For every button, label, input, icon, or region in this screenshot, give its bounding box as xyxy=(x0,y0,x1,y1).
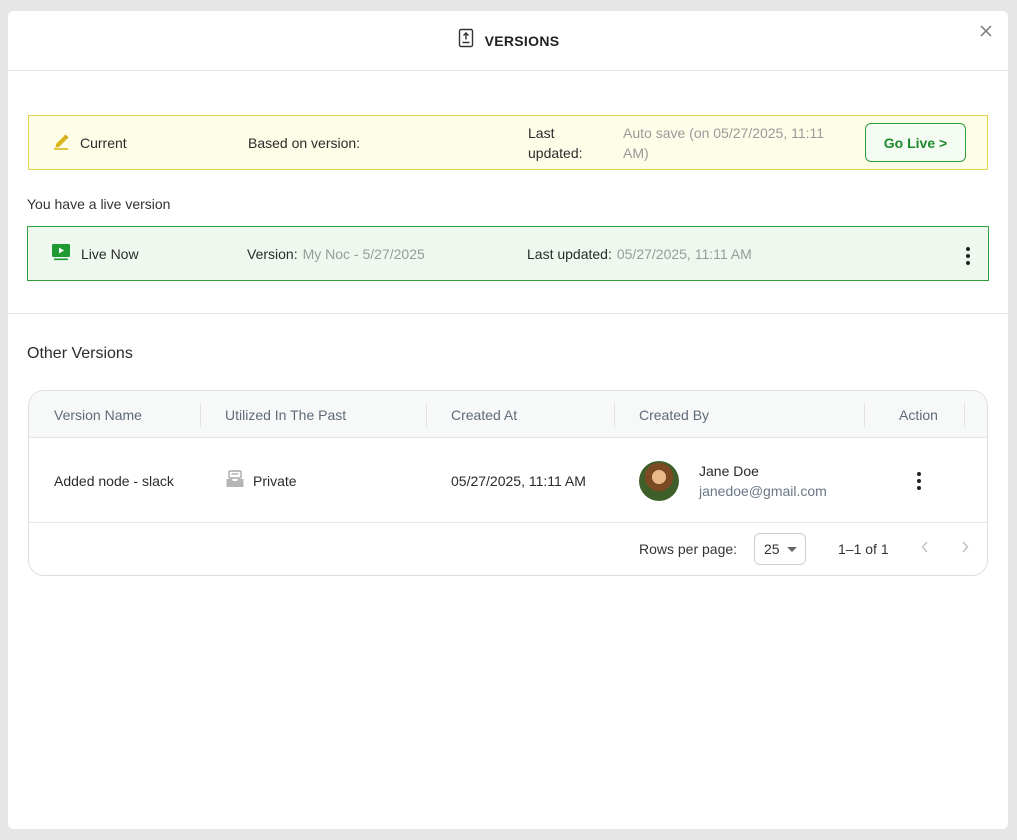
row-utilized-label: Private xyxy=(253,472,297,489)
column-header-utilized[interactable]: Utilized In The Past xyxy=(225,391,346,438)
table-pagination: Rows per page: 25 1–1 of 1 xyxy=(29,523,987,575)
rows-per-page-select[interactable]: 25 xyxy=(754,533,806,565)
live-version-card: Live Now Version: My Noc - 5/27/2025 Las… xyxy=(27,226,989,281)
avatar xyxy=(639,460,679,501)
kebab-menu-icon xyxy=(966,247,970,251)
go-live-button[interactable]: Go Live > xyxy=(865,123,966,162)
live-version-notice: You have a live version xyxy=(27,196,171,212)
current-last-updated-label: Last updated: xyxy=(528,123,583,163)
pencil-icon xyxy=(52,132,70,153)
previous-page-button[interactable] xyxy=(915,539,935,559)
row-created-at: 05/27/2025, 11:11 AM xyxy=(451,472,586,489)
live-version-value: My Noc - 5/27/2025 xyxy=(302,245,425,262)
other-versions-title: Other Versions xyxy=(27,345,133,362)
live-last-updated: Last updated: 05/27/2025, 11:11 AM xyxy=(527,227,752,280)
modal-title: VERSIONS xyxy=(484,32,560,49)
row-actions-menu-button[interactable] xyxy=(911,470,927,492)
kebab-menu-icon xyxy=(917,471,921,476)
live-version-info: Version: My Noc - 5/27/2025 xyxy=(247,227,425,280)
user-name: Jane Doe xyxy=(699,462,759,479)
column-separator xyxy=(426,403,427,427)
current-version-card: Current Based on version: Last updated: … xyxy=(28,115,988,170)
live-version-label: Version: xyxy=(247,245,298,262)
column-header-action: Action xyxy=(899,406,938,423)
user-info: Jane Doe janedoe@gmail.com xyxy=(699,463,827,499)
current-label-group: Current xyxy=(52,116,127,169)
close-icon xyxy=(979,24,993,43)
column-header-created-by[interactable]: Created By xyxy=(639,391,709,438)
last-updated-label-line2: updated: xyxy=(528,145,583,161)
based-on-version: Based on version: xyxy=(248,116,370,169)
last-updated-value-line2: AM) xyxy=(623,145,649,161)
modal-title-group: VERSIONS xyxy=(457,28,560,53)
live-label-group: Live Now xyxy=(51,227,139,280)
based-on-label: Based on version: xyxy=(248,134,361,151)
column-header-created-at[interactable]: Created At xyxy=(451,391,517,438)
page-range: 1–1 of 1 xyxy=(838,541,889,557)
current-last-updated-value: Auto save (on 05/27/2025, 11:11 AM) xyxy=(623,123,824,163)
chevron-left-icon xyxy=(920,540,930,559)
row-version-name: Added node - slack xyxy=(54,472,174,489)
chevron-right-icon xyxy=(960,540,970,559)
table-header: Version Name Utilized In The Past Create… xyxy=(29,391,987,438)
current-label: Current xyxy=(80,134,127,151)
user-email: janedoe@gmail.com xyxy=(699,482,827,499)
versions-modal: VERSIONS Current Based on version: Last … xyxy=(8,11,1008,829)
inbox-tray-icon xyxy=(225,469,245,492)
versions-table: Version Name Utilized In The Past Create… xyxy=(28,390,988,576)
live-actions-menu-button[interactable] xyxy=(960,245,976,267)
column-separator xyxy=(864,403,865,427)
live-last-updated-label: Last updated: xyxy=(527,245,612,262)
table-row[interactable]: Added node - slack Private 05/27/2025, 1… xyxy=(29,438,987,523)
last-updated-label-line1: Last xyxy=(528,125,555,141)
column-separator xyxy=(200,403,201,427)
column-separator xyxy=(614,403,615,427)
live-last-updated-value: 05/27/2025, 11:11 AM xyxy=(616,245,752,262)
rows-per-page-label: Rows per page: xyxy=(639,541,738,557)
chevron-down-icon xyxy=(787,547,797,552)
modal-header: VERSIONS xyxy=(8,11,1008,71)
row-action xyxy=(911,438,927,523)
page-scrollbar xyxy=(1008,0,1017,840)
column-separator xyxy=(964,403,965,427)
next-page-button[interactable] xyxy=(955,539,975,559)
row-utilized: Private xyxy=(225,438,297,523)
last-updated-value-line1: Auto save (on 05/27/2025, 11:11 xyxy=(623,125,825,141)
column-header-version-name[interactable]: Version Name xyxy=(54,391,142,438)
live-label: Live Now xyxy=(81,245,139,262)
row-created-by: Jane Doe janedoe@gmail.com xyxy=(639,438,827,523)
section-divider xyxy=(8,313,1008,314)
upload-document-icon xyxy=(457,28,475,53)
rows-per-page-value: 25 xyxy=(764,541,780,557)
close-button[interactable] xyxy=(976,23,996,43)
play-screen-icon xyxy=(51,243,71,264)
